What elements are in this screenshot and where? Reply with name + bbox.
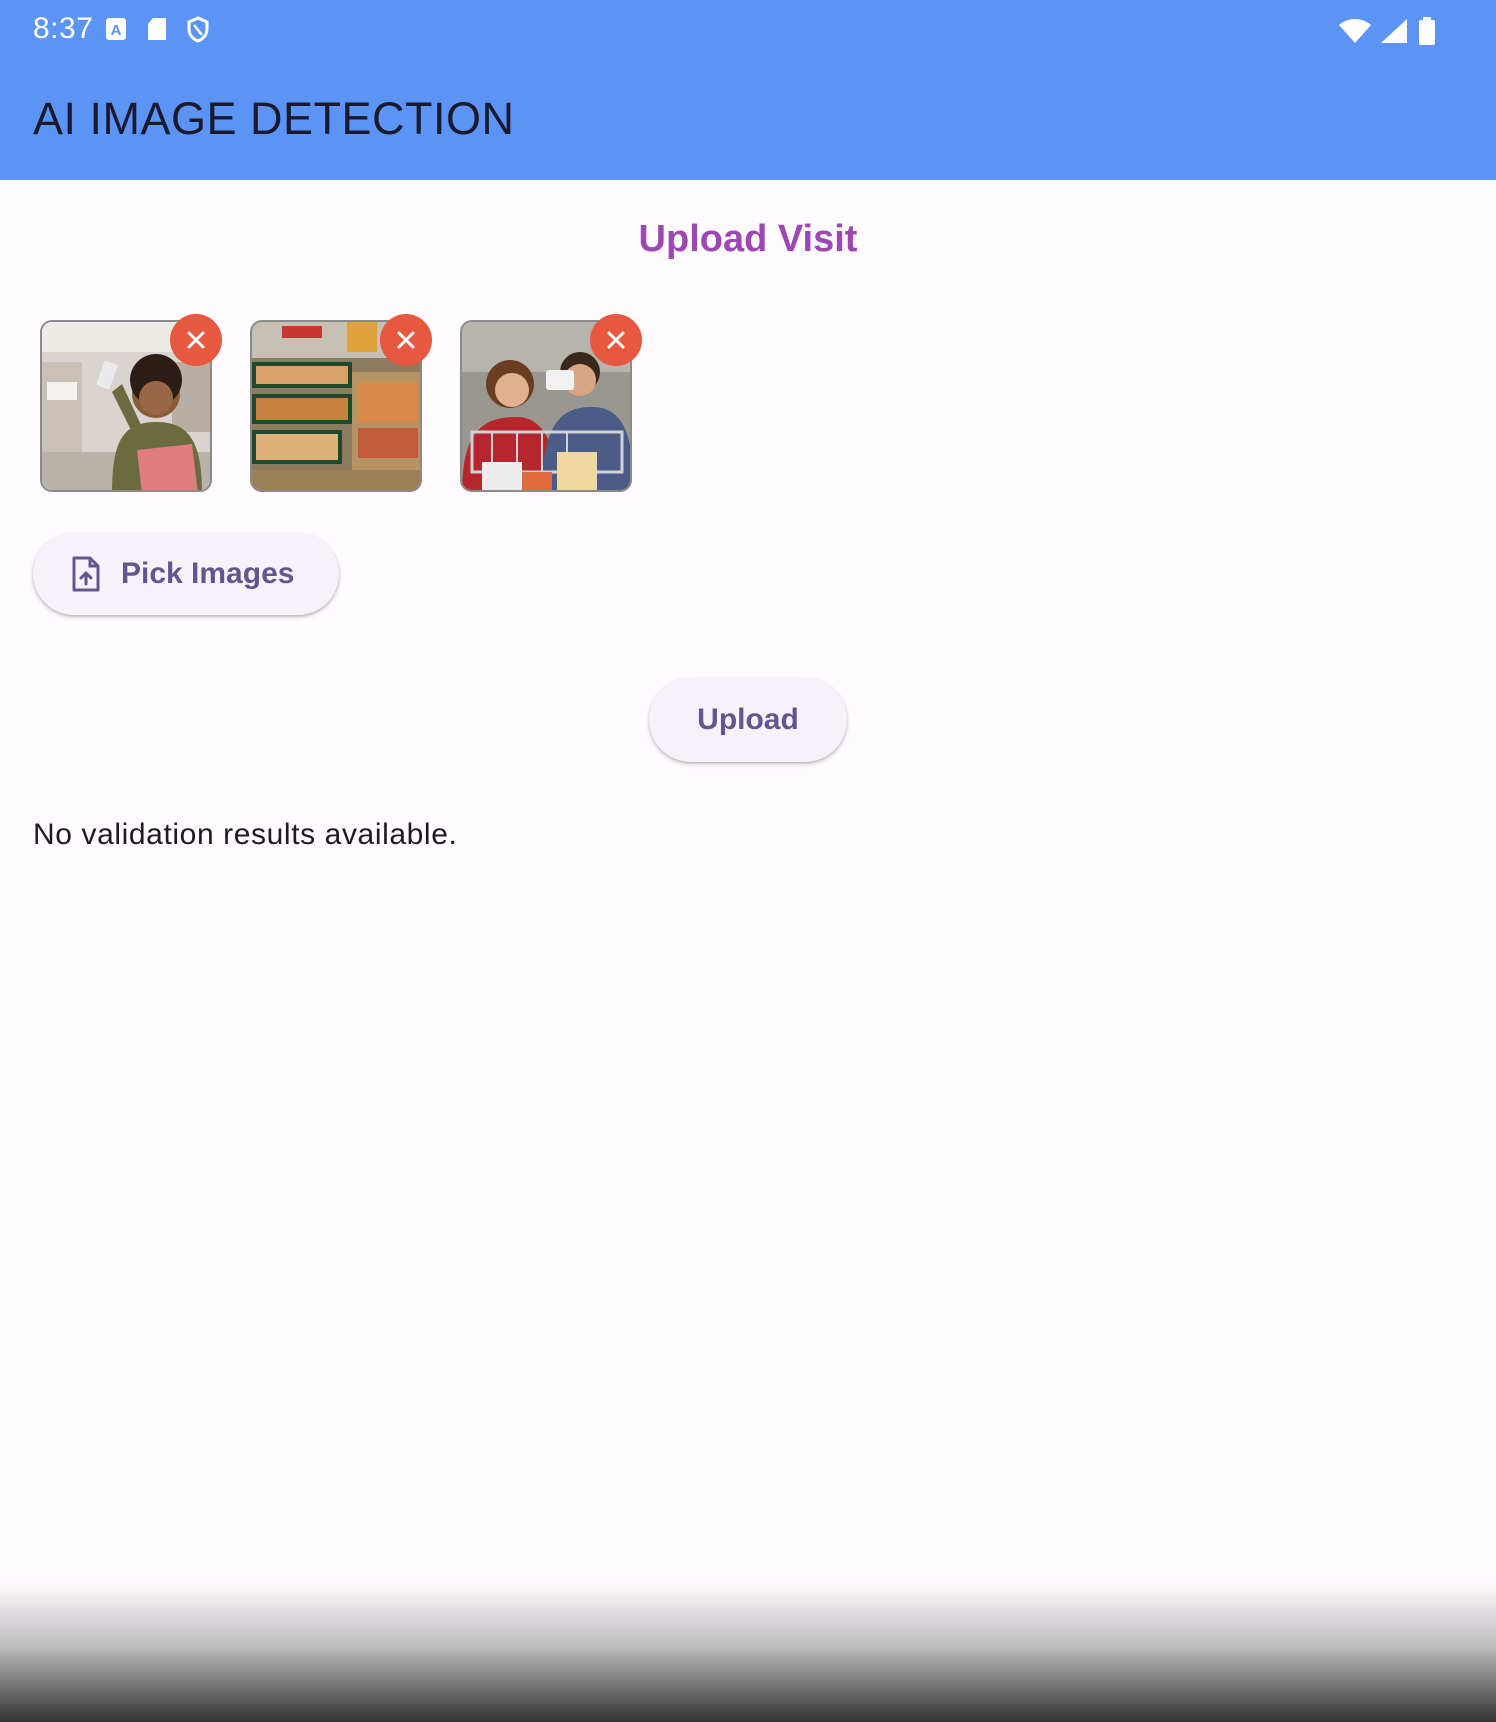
remove-image-button[interactable] (170, 314, 222, 366)
validation-results-message: No validation results available. (33, 818, 458, 851)
upload-label: Upload (697, 703, 799, 736)
status-bar: 8:37 A (0, 0, 1496, 60)
upload-button[interactable]: Upload (649, 678, 847, 762)
navigation-bar-scrim (0, 1582, 1496, 1722)
sd-card-icon (146, 16, 168, 49)
pick-images-button[interactable]: Pick Images (33, 533, 339, 615)
svg-text:A: A (111, 22, 122, 39)
app-title: AI IMAGE DETECTION (33, 93, 515, 144)
shield-icon (186, 16, 210, 49)
status-time: 8:37 (33, 12, 94, 45)
pick-images-label: Pick Images (121, 557, 295, 590)
close-icon (397, 331, 415, 349)
close-icon (607, 331, 625, 349)
page-title: Upload Visit (638, 218, 858, 260)
app-bar: AI IMAGE DETECTION (0, 60, 1496, 180)
close-icon (187, 331, 205, 349)
remove-image-button[interactable] (590, 314, 642, 366)
remove-image-button[interactable] (380, 314, 432, 366)
cell-signal-icon (1380, 18, 1408, 49)
text-a-icon: A (104, 16, 128, 49)
file-upload-icon (71, 556, 101, 592)
battery-icon (1416, 16, 1438, 51)
wifi-icon (1338, 18, 1372, 49)
